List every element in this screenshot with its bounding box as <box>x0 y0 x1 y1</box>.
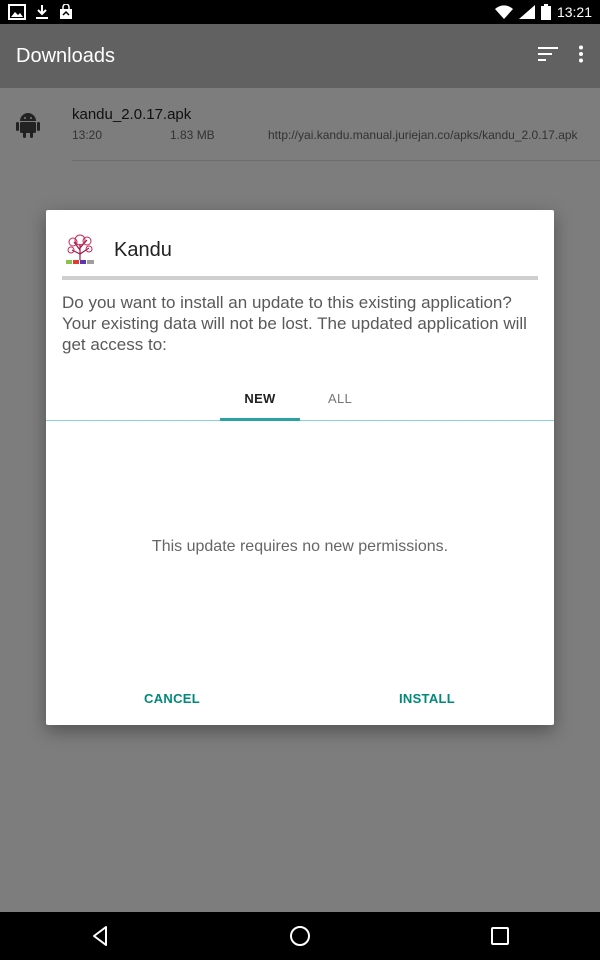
image-icon <box>8 4 26 20</box>
status-bar: 13:21 <box>0 0 600 24</box>
store-icon <box>58 4 74 20</box>
home-icon[interactable] <box>270 916 330 956</box>
permissions-message: This update requires no new permissions. <box>151 538 449 555</box>
status-time: 13:21 <box>556 4 592 20</box>
install-dialog: Kandu Do you want to install an update t… <box>46 210 554 725</box>
download-icon <box>34 4 50 20</box>
dialog-divider <box>62 276 538 280</box>
tab-all[interactable]: ALL <box>300 375 380 421</box>
dialog-message: Do you want to install an update to this… <box>62 293 527 354</box>
back-icon[interactable] <box>70 916 130 956</box>
dialog-app-name: Kandu <box>114 238 172 261</box>
battery-icon <box>540 4 551 20</box>
kandu-logo-icon <box>62 230 98 271</box>
tab-underline <box>46 420 554 421</box>
screen: 13:21 Downloads kandu_2. <box>0 0 600 960</box>
sort-icon[interactable] <box>538 46 560 67</box>
tab-new[interactable]: NEW <box>220 375 300 421</box>
app-bar-title: Downloads <box>16 44 115 67</box>
permission-tabs: NEW ALL <box>46 375 554 421</box>
signal-icon <box>518 5 535 19</box>
navigation-bar <box>0 912 600 960</box>
cancel-button[interactable]: CANCEL <box>126 680 218 716</box>
recents-icon[interactable] <box>470 916 530 956</box>
wifi-icon <box>494 5 513 19</box>
dialog-header: Kandu <box>62 232 172 268</box>
app-bar: Downloads <box>0 24 600 88</box>
tab-selected-indicator <box>220 418 300 421</box>
install-button[interactable]: INSTALL <box>382 680 472 716</box>
more-vert-icon[interactable] <box>578 45 584 68</box>
